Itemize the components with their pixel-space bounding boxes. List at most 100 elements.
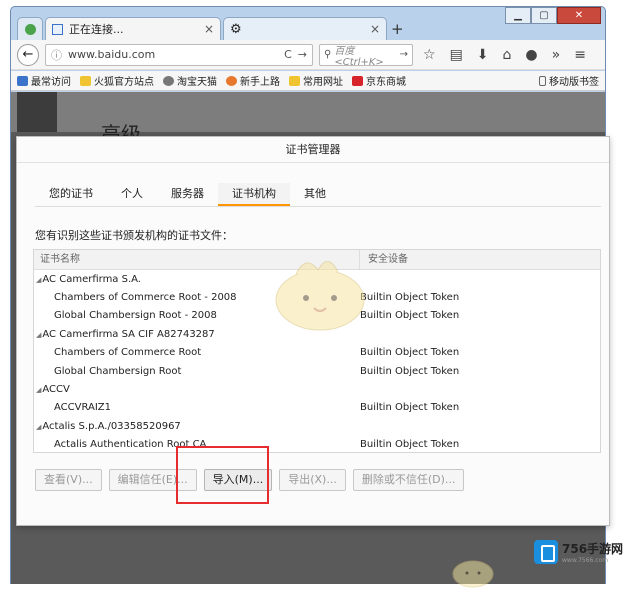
expand-triangle-icon[interactable]: ◢	[36, 386, 41, 394]
dialog-button-bar: 查看(V)... 编辑信任(E)... 导入(M)... 导出(X)... 删除…	[35, 469, 465, 491]
bookmark-label: 新手上路	[240, 77, 280, 88]
certificate-row[interactable]: ACCVRAIZ1 Builtin Object Token	[34, 399, 600, 417]
bookmark-item[interactable]: 京东商城	[352, 73, 406, 88]
bookmark-item[interactable]: 最常访问	[17, 73, 71, 88]
tab-strip: 正在连接... × ⚙ × + ▁ ▢ ✕	[11, 7, 605, 40]
search-placeholder: 百度 <Ctrl+K>	[334, 45, 384, 68]
bookmark-folder-icon	[80, 75, 91, 86]
info-icon: ⓘ	[51, 48, 62, 62]
logo-name: 756手游网	[562, 542, 624, 556]
bookmark-label: 京东商城	[366, 77, 406, 88]
close-tab-icon[interactable]: ×	[370, 22, 380, 36]
url-text: www.baidu.com	[68, 48, 156, 61]
close-tab-icon[interactable]: ×	[204, 22, 214, 36]
dialog-tabs: 您的证书 个人 服务器 证书机构 其他	[35, 183, 601, 207]
security-device: Builtin Object Token	[360, 292, 460, 304]
certificate-name-text: AC Camerfirma SA CIF A82743287	[42, 328, 215, 340]
certificate-group-row[interactable]: ◢Actalis S.p.A./03358520967	[34, 417, 600, 435]
gear-icon: ⚙	[230, 21, 242, 37]
reading-list-icon[interactable]: ▤	[450, 47, 463, 63]
view-button[interactable]: 查看(V)...	[35, 469, 102, 491]
bookmarks-bar: 最常访问 火狐官方站点 淘宝天猫 新手上路 常用网址 京东商城 移动版书签	[11, 71, 605, 91]
mascot-watermark-small	[452, 560, 494, 588]
maximize-button[interactable]: ▢	[531, 7, 557, 24]
back-button[interactable]: ←	[17, 43, 39, 66]
security-device: Builtin Object Token	[360, 402, 460, 414]
bookmark-item[interactable]: 新手上路	[226, 73, 280, 88]
go-arrow-icon[interactable]: →	[298, 48, 307, 61]
bookmark-label: 移动版书签	[549, 77, 599, 88]
minimize-button[interactable]: ▁	[505, 7, 531, 24]
certificate-name: ◢ACCV	[34, 384, 360, 395]
url-bar[interactable]: ⓘ www.baidu.com C →	[45, 43, 313, 66]
expand-triangle-icon[interactable]: ◢	[36, 423, 41, 431]
download-icon[interactable]: ⬇	[477, 47, 489, 63]
overflow-chevron-icon[interactable]: »	[552, 47, 561, 63]
window-controls: ▁ ▢ ✕	[505, 7, 601, 24]
toolbar-icons: ☆ ▤ ⬇ ⌂ ● » ≡	[423, 47, 586, 63]
edit-trust-button[interactable]: 编辑信任(E)...	[108, 469, 197, 491]
security-device: Builtin Object Token	[360, 365, 460, 377]
certificate-name: Chambers of Commerce Root	[34, 347, 360, 358]
security-device: Builtin Object Token	[360, 347, 460, 359]
certificate-name-text: Actalis Authentication Root CA	[54, 439, 207, 451]
certificate-row[interactable]: Actalis Authentication Root CA Builtin Ob…	[34, 436, 600, 452]
export-button[interactable]: 导出(X)...	[279, 469, 346, 491]
column-header-device[interactable]: 安全设备	[360, 250, 600, 269]
certificate-name-text: Actalis S.p.A./03358520967	[42, 420, 181, 432]
tab-title: 正在连接...	[69, 23, 124, 36]
certificate-row[interactable]: Global Chambersign Root Builtin Object To…	[34, 362, 600, 380]
back-arrow-icon: ←	[22, 47, 34, 62]
security-device: Builtin Object Token	[360, 439, 460, 451]
chat-icon[interactable]: ●	[525, 47, 537, 63]
certificate-name-text: Global Chambersign Root	[54, 365, 182, 377]
mobile-icon	[539, 75, 546, 86]
home-icon[interactable]: ⌂	[503, 47, 512, 63]
firefox-icon	[226, 75, 237, 86]
certificate-name-text: Chambers of Commerce Root	[54, 347, 202, 359]
expand-triangle-icon[interactable]: ◢	[36, 276, 41, 284]
tab-connecting[interactable]: 正在连接... ×	[45, 17, 221, 40]
pinned-tab[interactable]	[17, 17, 43, 40]
page-header: 高级	[11, 92, 605, 146]
jd-icon	[352, 75, 363, 86]
import-button[interactable]: 导入(M)...	[203, 469, 273, 491]
page-icon	[52, 23, 63, 35]
tab-servers[interactable]: 服务器	[157, 183, 218, 206]
tab-settings[interactable]: ⚙ ×	[223, 17, 387, 40]
mobile-bookmarks[interactable]: 移动版书签	[539, 73, 599, 88]
bookmark-label: 淘宝天猫	[177, 77, 217, 88]
certificate-name-text: ACCV	[42, 384, 70, 396]
reload-icon[interactable]: C	[284, 48, 292, 61]
certificate-name: ACCVRAIZ1	[34, 402, 360, 413]
tab-authorities[interactable]: 证书机构	[218, 183, 290, 206]
certificate-name-text: AC Camerfirma S.A.	[42, 273, 141, 285]
tab-others[interactable]: 其他	[290, 183, 340, 206]
search-go-icon[interactable]: →	[400, 49, 408, 60]
certificate-group-row[interactable]: ◢ACCV	[34, 380, 600, 398]
search-input[interactable]: ⚲ 百度 <Ctrl+K> →	[319, 43, 413, 68]
menu-icon[interactable]: ≡	[574, 47, 586, 63]
certificate-row[interactable]: Chambers of Commerce Root Builtin Object …	[34, 344, 600, 362]
firefox-icon	[24, 23, 36, 35]
mascot-watermark	[275, 261, 365, 331]
sidebar-strip	[17, 92, 57, 132]
delete-distrust-button[interactable]: 删除或不信任(D)...	[352, 469, 465, 491]
globe-icon	[163, 75, 174, 86]
bookmark-item[interactable]: 火狐官方站点	[80, 73, 154, 88]
tab-your-certificates[interactable]: 您的证书	[35, 183, 107, 206]
security-device: Builtin Object Token	[360, 310, 460, 322]
tab-people[interactable]: 个人	[107, 183, 157, 206]
logo-icon	[534, 540, 558, 564]
bookmark-item[interactable]: 常用网址	[289, 73, 343, 88]
dialog-title: 证书管理器	[17, 137, 609, 163]
certificate-name-text: Global Chambersign Root - 2008	[54, 310, 217, 322]
site-logo: 756手游网 www.7566.com	[534, 540, 623, 564]
logo-url: www.7566.com	[562, 557, 609, 564]
star-bookmark-icon[interactable]: ☆	[423, 47, 436, 63]
new-tab-button[interactable]: +	[391, 20, 404, 38]
expand-triangle-icon[interactable]: ◢	[36, 331, 41, 339]
dialog-description: 您有识别这些证书颁发机构的证书文件：	[35, 229, 233, 242]
bookmark-item[interactable]: 淘宝天猫	[163, 73, 217, 88]
close-window-button[interactable]: ✕	[557, 7, 601, 24]
